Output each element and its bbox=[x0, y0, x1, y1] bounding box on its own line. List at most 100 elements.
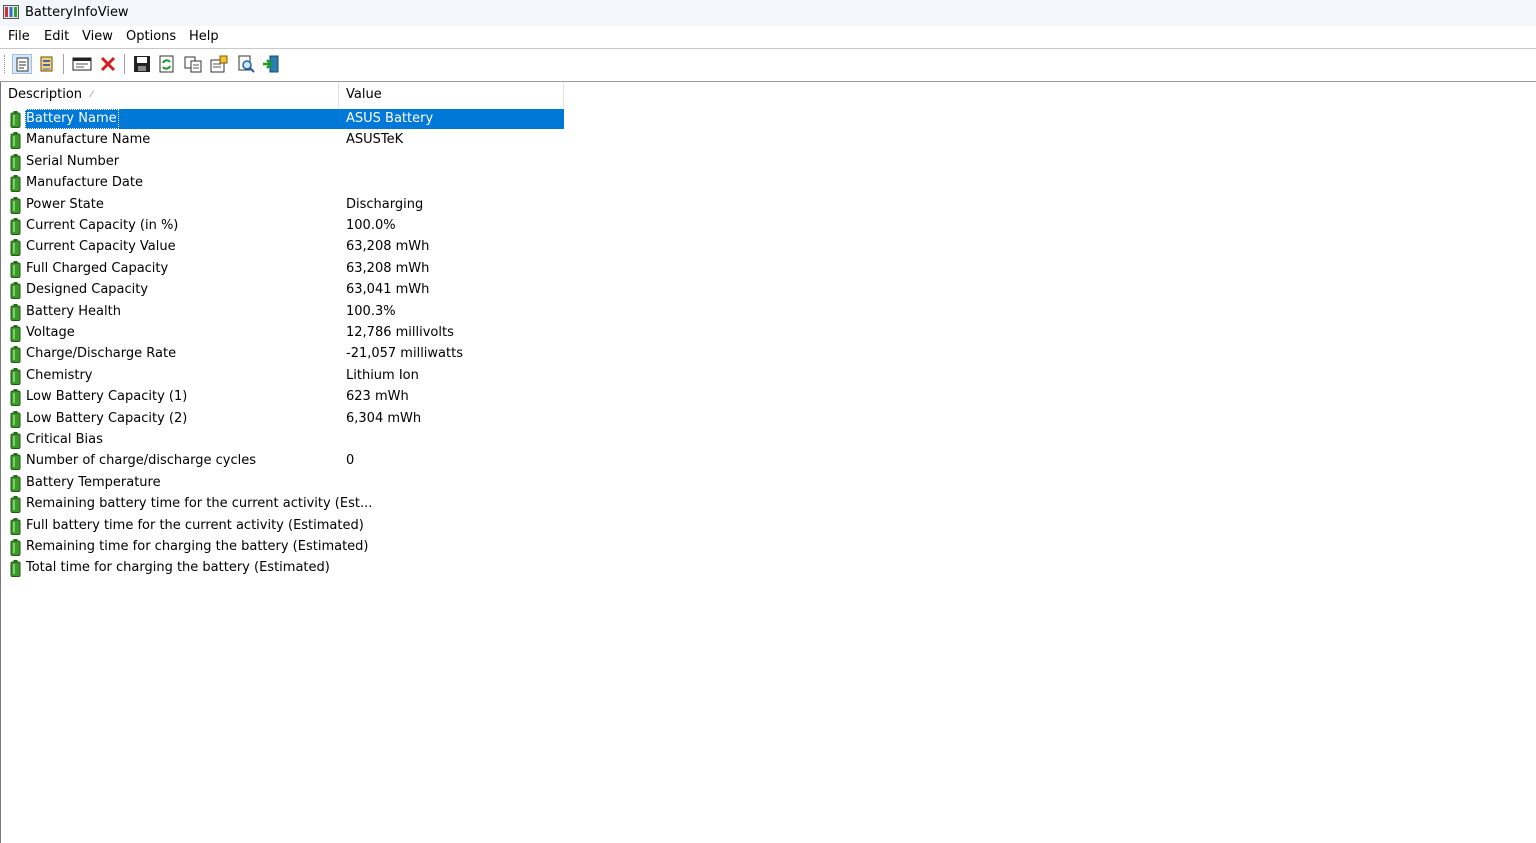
table-row[interactable]: Low Battery Capacity (1) 623 mWh bbox=[1, 387, 564, 408]
row-value bbox=[345, 537, 346, 557]
refresh-button[interactable] bbox=[157, 54, 177, 74]
row-description: Total time for charging the battery (Est… bbox=[26, 560, 330, 576]
battery-icon bbox=[10, 367, 21, 385]
table-row[interactable]: Voltage 12,786 millivolts bbox=[1, 323, 564, 344]
row-value: ASUS Battery bbox=[346, 111, 434, 126]
row-value bbox=[345, 558, 346, 578]
table-row[interactable]: Full battery time for the current activi… bbox=[1, 516, 564, 537]
battery-icon bbox=[10, 325, 21, 342]
row-value bbox=[345, 173, 346, 193]
row-value bbox=[345, 473, 346, 493]
table-row[interactable]: Remaining time for charging the battery … bbox=[1, 537, 564, 558]
row-description: Low Battery Capacity (2) bbox=[26, 410, 188, 426]
row-description: Voltage bbox=[26, 325, 75, 340]
properties-button[interactable] bbox=[209, 54, 229, 74]
refresh-icon bbox=[159, 55, 174, 73]
copy-icon bbox=[184, 56, 202, 73]
table-row[interactable]: Charge/Discharge Rate -21,057 milliwatts bbox=[1, 344, 564, 365]
copy-button[interactable] bbox=[183, 54, 203, 74]
properties-view-button[interactable] bbox=[12, 54, 32, 74]
battery-icon bbox=[10, 389, 21, 407]
row-description: Number of charge/discharge cycles bbox=[26, 453, 256, 469]
table-row[interactable]: Serial Number bbox=[1, 152, 564, 173]
row-value: 0 bbox=[346, 453, 355, 469]
app-icon bbox=[3, 5, 19, 19]
html-report-button[interactable] bbox=[72, 54, 92, 74]
menu-file[interactable]: File bbox=[7, 29, 31, 44]
find-icon bbox=[238, 55, 255, 73]
battery-icon bbox=[10, 132, 21, 150]
table-row[interactable]: Current Capacity (in %) 100.0% bbox=[1, 216, 564, 237]
table-row[interactable]: Manufacture Name ASUSTeK bbox=[1, 130, 564, 151]
toolbar-grip[interactable] bbox=[4, 55, 7, 73]
save-button[interactable] bbox=[132, 54, 152, 74]
menu-view[interactable]: View bbox=[81, 29, 114, 44]
delete-button[interactable] bbox=[98, 54, 118, 74]
list-header: Description ⁄ Value bbox=[1, 82, 564, 108]
battery-icon bbox=[10, 282, 21, 300]
html-report-icon bbox=[72, 57, 92, 71]
column-header-description[interactable]: Description ⁄ bbox=[1, 82, 339, 108]
battery-icon bbox=[10, 432, 21, 449]
save-icon bbox=[134, 56, 150, 72]
properties-icon bbox=[210, 55, 228, 73]
properties-view-icon bbox=[16, 57, 29, 72]
row-value: 12,786 millivolts bbox=[346, 325, 454, 340]
battery-log-button[interactable] bbox=[37, 54, 57, 74]
battery-icon bbox=[10, 346, 21, 364]
battery-icon bbox=[10, 239, 21, 257]
menu-help[interactable]: Help bbox=[188, 29, 220, 44]
column-header-description-label: Description bbox=[8, 87, 83, 102]
toolbar bbox=[0, 49, 1536, 82]
row-description: Remaining battery time for the current a… bbox=[26, 496, 373, 512]
exit-icon bbox=[263, 55, 279, 73]
table-row[interactable]: Battery Health 100.3% bbox=[1, 302, 564, 323]
table-row[interactable]: Manufacture Date bbox=[1, 173, 564, 194]
battery-icon bbox=[10, 453, 21, 471]
row-description: Power State bbox=[26, 196, 104, 212]
row-description: Charge/Discharge Rate bbox=[26, 346, 177, 362]
table-row[interactable]: Designed Capacity 63,041 mWh bbox=[1, 280, 564, 301]
row-description: Manufacture Name bbox=[26, 132, 151, 148]
find-button[interactable] bbox=[236, 54, 256, 74]
table-row[interactable]: Current Capacity Value 63,208 mWh bbox=[1, 237, 564, 258]
table-row[interactable]: Chemistry Lithium Ion bbox=[1, 366, 564, 387]
table-row[interactable]: Total time for charging the battery (Est… bbox=[1, 558, 564, 579]
properties-list[interactable]: Description ⁄ Value Battery Name ASUS Bat… bbox=[0, 82, 1536, 843]
exit-button[interactable] bbox=[261, 54, 281, 74]
row-description: Remaining time for charging the battery … bbox=[26, 539, 369, 554]
table-row[interactable]: Number of charge/discharge cycles 0 bbox=[1, 451, 564, 472]
row-value: Lithium Ion bbox=[346, 367, 419, 383]
menu-edit[interactable]: Edit bbox=[43, 29, 70, 44]
table-row[interactable]: Critical Bias bbox=[1, 430, 564, 451]
battery-icon bbox=[10, 539, 21, 556]
row-value bbox=[345, 494, 346, 514]
table-row[interactable]: Remaining battery time for the current a… bbox=[1, 494, 564, 515]
title-bar: BatteryInfoView bbox=[0, 0, 1536, 26]
row-description: Battery Health bbox=[26, 303, 121, 319]
menu-options[interactable]: Options bbox=[125, 29, 177, 44]
row-description: Low Battery Capacity (1) bbox=[26, 389, 188, 405]
delete-icon bbox=[100, 56, 116, 72]
table-row[interactable]: Battery Name ASUS Battery bbox=[1, 109, 564, 130]
row-description: Manufacture Date bbox=[26, 175, 143, 191]
battery-icon bbox=[10, 303, 21, 321]
battery-icon bbox=[10, 474, 21, 492]
table-row[interactable]: Full Charged Capacity 63,208 mWh bbox=[1, 259, 564, 280]
table-row[interactable]: Power State Discharging bbox=[1, 195, 564, 216]
row-value bbox=[345, 430, 346, 450]
column-header-value[interactable]: Value bbox=[339, 82, 564, 108]
row-description: Chemistry bbox=[26, 367, 93, 383]
table-row[interactable]: Low Battery Capacity (2) 6,304 mWh bbox=[1, 409, 564, 430]
column-header-value-label: Value bbox=[346, 87, 382, 102]
battery-icon bbox=[10, 111, 21, 128]
row-value: 63,208 mWh bbox=[346, 260, 430, 276]
row-description: Battery Name bbox=[25, 109, 119, 129]
row-description: Critical Bias bbox=[26, 432, 103, 447]
row-value: 6,304 mWh bbox=[346, 410, 422, 426]
row-value: 623 mWh bbox=[346, 389, 409, 405]
row-description: Designed Capacity bbox=[26, 282, 149, 298]
row-description: Full Charged Capacity bbox=[26, 260, 169, 276]
window-title: BatteryInfoView bbox=[25, 5, 129, 20]
table-row[interactable]: Battery Temperature bbox=[1, 473, 564, 494]
